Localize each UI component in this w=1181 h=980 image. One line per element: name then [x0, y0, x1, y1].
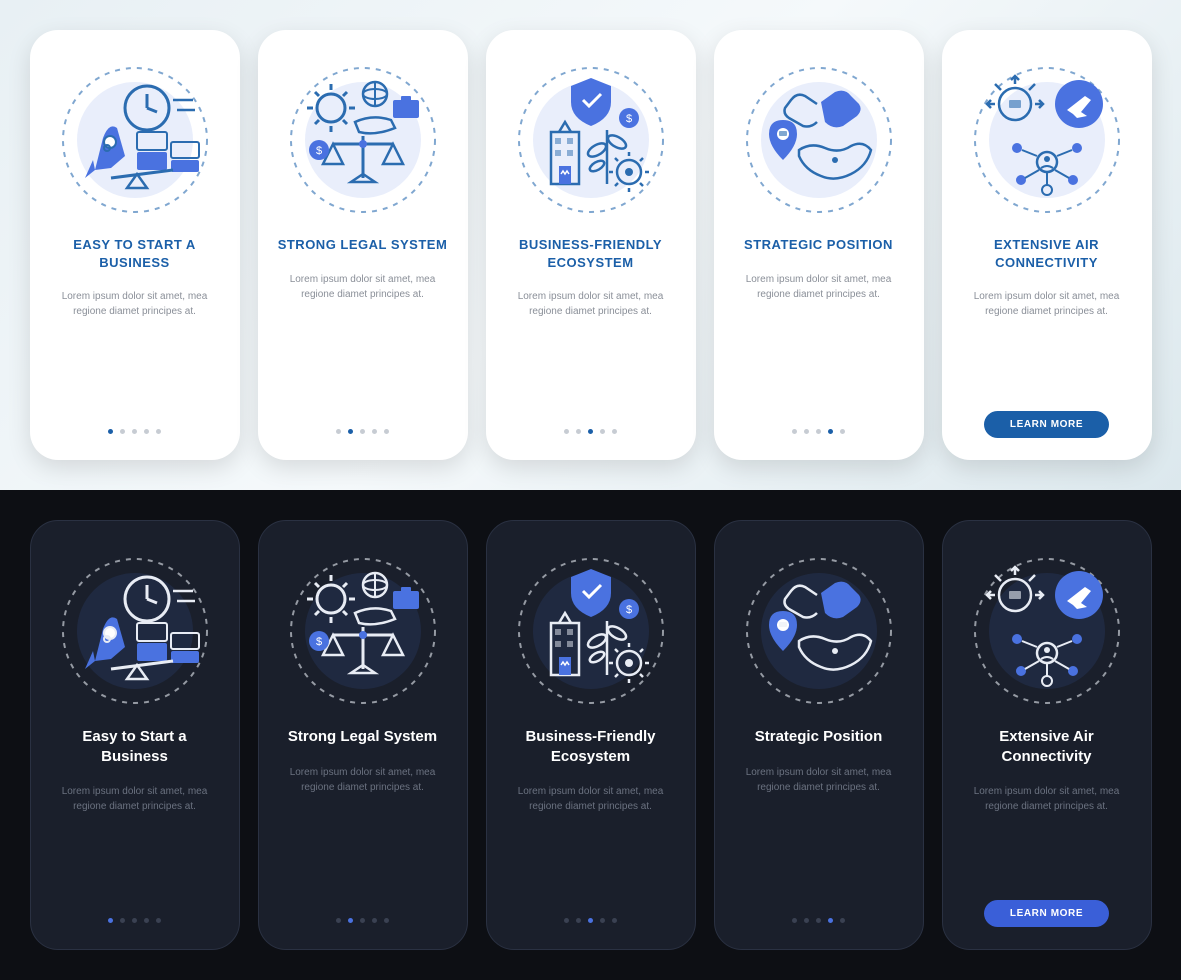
onboarding-card: Extensive Air Connectivity Lorem ipsum d…	[942, 520, 1152, 950]
dot[interactable]	[840, 429, 845, 434]
shield-plant-icon	[511, 551, 671, 711]
page-dots[interactable]	[336, 429, 389, 434]
dot[interactable]	[120, 429, 125, 434]
dot[interactable]	[576, 429, 581, 434]
dot[interactable]	[612, 429, 617, 434]
dot[interactable]	[792, 429, 797, 434]
dot[interactable]	[612, 918, 617, 923]
onboarding-card: EXTENSIVE AIR CONNECTIVITY Lorem ipsum d…	[942, 30, 1152, 460]
learn-more-button[interactable]: LEARN MORE	[984, 900, 1109, 927]
card-body: Lorem ipsum dolor sit amet, mea regione …	[45, 784, 225, 814]
card-body: Lorem ipsum dolor sit amet, mea regione …	[957, 784, 1137, 814]
card-title: EXTENSIVE AIR CONNECTIVITY	[956, 236, 1138, 271]
dot[interactable]	[564, 429, 569, 434]
dot[interactable]	[816, 918, 821, 923]
dot[interactable]	[564, 918, 569, 923]
card-title: Strategic Position	[749, 727, 889, 747]
onboarding-card: BUSINESS-FRIENDLY ECOSYSTEM Lorem ipsum …	[486, 30, 696, 460]
card-title: Extensive Air Connectivity	[957, 727, 1137, 766]
page-dots[interactable]	[336, 918, 389, 923]
onboarding-card: Strategic Position Lorem ipsum dolor sit…	[714, 520, 924, 950]
card-title: EASY TO START A BUSINESS	[44, 236, 226, 271]
dot[interactable]	[120, 918, 125, 923]
page-dots[interactable]	[792, 918, 845, 923]
dot[interactable]	[372, 429, 377, 434]
card-body: Lorem ipsum dolor sit amet, mea regione …	[500, 289, 682, 319]
card-title: STRONG LEGAL SYSTEM	[272, 236, 454, 254]
dot[interactable]	[600, 918, 605, 923]
dot[interactable]	[804, 429, 809, 434]
dot[interactable]	[108, 918, 113, 923]
dot[interactable]	[588, 429, 593, 434]
card-title: Business-Friendly Ecosystem	[501, 727, 681, 766]
dark-theme-row: .fillAccent{fill:#4a72e0} Easy to Start …	[0, 490, 1181, 980]
card-title: Strong Legal System	[282, 727, 443, 747]
dot[interactable]	[840, 918, 845, 923]
onboarding-card: .fillAccent{fill:#2b6cb0} EASY TO START …	[30, 30, 240, 460]
network-plane-icon	[967, 551, 1127, 711]
onboarding-card: STRATEGIC POSITION Lorem ipsum dolor sit…	[714, 30, 924, 460]
dot[interactable]	[816, 429, 821, 434]
learn-more-button[interactable]: LEARN MORE	[984, 411, 1109, 438]
dot[interactable]	[600, 429, 605, 434]
dot[interactable]	[348, 429, 353, 434]
dot[interactable]	[588, 918, 593, 923]
dot[interactable]	[828, 918, 833, 923]
dot[interactable]	[336, 429, 341, 434]
page-dots[interactable]	[792, 429, 845, 434]
map-handshake-icon	[739, 60, 899, 220]
card-body: Lorem ipsum dolor sit amet, mea regione …	[956, 289, 1138, 319]
rocket-clock-icon: .fillAccent{fill:#2b6cb0}	[55, 60, 215, 220]
page-dots[interactable]	[564, 918, 617, 923]
card-body: Lorem ipsum dolor sit amet, mea regione …	[273, 765, 453, 795]
dot[interactable]	[384, 918, 389, 923]
dot[interactable]	[336, 918, 341, 923]
onboarding-card: Strong Legal System Lorem ipsum dolor si…	[258, 520, 468, 950]
dot[interactable]	[360, 918, 365, 923]
card-body: Lorem ipsum dolor sit amet, mea regione …	[501, 784, 681, 814]
dot[interactable]	[156, 918, 161, 923]
scales-gear-icon	[283, 551, 443, 711]
card-title: STRATEGIC POSITION	[738, 236, 899, 254]
onboarding-card: .fillAccent{fill:#4a72e0} Easy to Start …	[30, 520, 240, 950]
dot[interactable]	[348, 918, 353, 923]
rocket-clock-icon: .fillAccent{fill:#4a72e0}	[55, 551, 215, 711]
dot[interactable]	[360, 429, 365, 434]
card-body: Lorem ipsum dolor sit amet, mea regione …	[272, 272, 454, 302]
dot[interactable]	[384, 429, 389, 434]
onboarding-card: STRONG LEGAL SYSTEM Lorem ipsum dolor si…	[258, 30, 468, 460]
dot[interactable]	[156, 429, 161, 434]
dot[interactable]	[132, 918, 137, 923]
dot[interactable]	[144, 918, 149, 923]
onboarding-card: Business-Friendly Ecosystem Lorem ipsum …	[486, 520, 696, 950]
scales-gear-icon	[283, 60, 443, 220]
dot[interactable]	[108, 429, 113, 434]
page-dots[interactable]	[564, 429, 617, 434]
dot[interactable]	[828, 429, 833, 434]
network-plane-icon	[967, 60, 1127, 220]
dot[interactable]	[372, 918, 377, 923]
map-handshake-icon	[739, 551, 899, 711]
card-title: Easy to Start a Business	[45, 727, 225, 766]
card-body: Lorem ipsum dolor sit amet, mea regione …	[44, 289, 226, 319]
dot[interactable]	[804, 918, 809, 923]
dot[interactable]	[144, 429, 149, 434]
dot[interactable]	[132, 429, 137, 434]
dot[interactable]	[792, 918, 797, 923]
card-body: Lorem ipsum dolor sit amet, mea regione …	[728, 272, 910, 302]
shield-plant-icon	[511, 60, 671, 220]
card-body: Lorem ipsum dolor sit amet, mea regione …	[729, 765, 909, 795]
page-dots[interactable]	[108, 918, 161, 923]
page-dots[interactable]	[108, 429, 161, 434]
card-title: BUSINESS-FRIENDLY ECOSYSTEM	[500, 236, 682, 271]
light-theme-row: .fillAccent{fill:#2b6cb0} EASY TO START …	[0, 0, 1181, 490]
dot[interactable]	[576, 918, 581, 923]
